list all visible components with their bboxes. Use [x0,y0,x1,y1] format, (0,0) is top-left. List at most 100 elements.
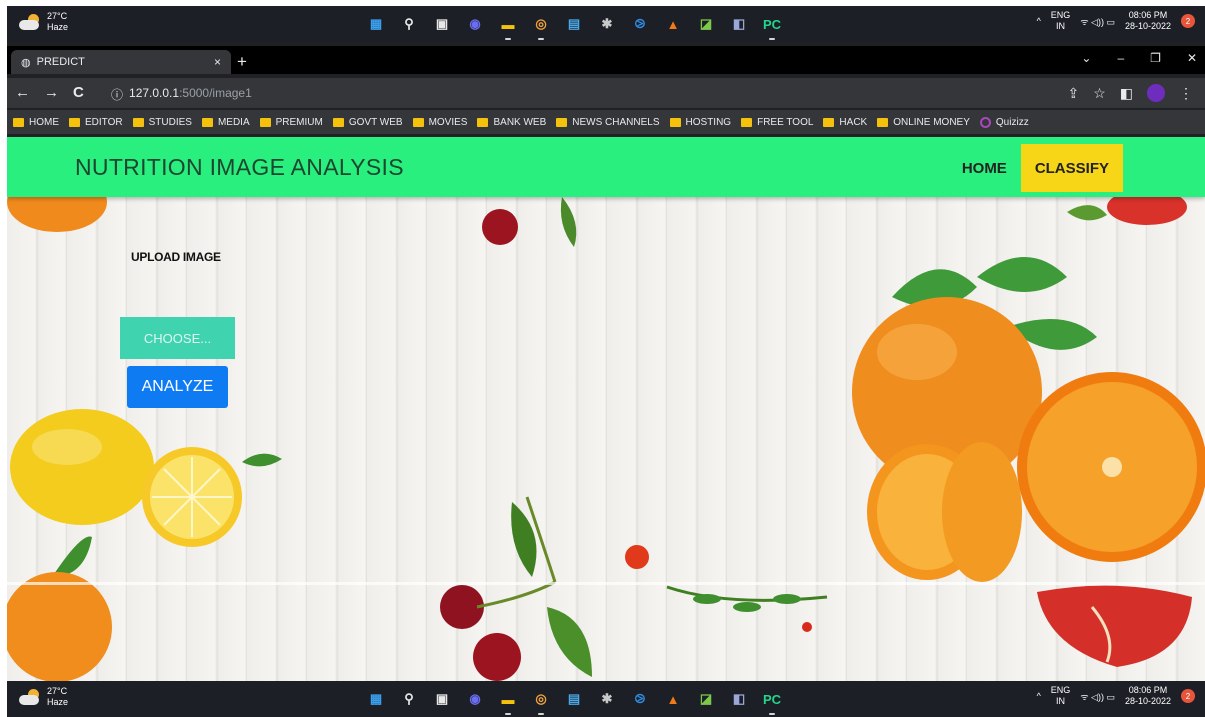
bookmark-star-icon[interactable]: ☆ [1093,85,1106,102]
tool-icon[interactable]: ◧ [727,12,751,36]
clock[interactable]: 08:06 PM 28-10-2022 [1125,10,1171,32]
tab-search-icon[interactable]: ⌄ [1081,51,1091,65]
folder-icon [132,117,144,127]
folder-icon [877,117,889,127]
url-path: :5000/image1 [179,86,252,100]
site-info-icon[interactable]: ⓘ [111,86,123,103]
bookmark-free-tool[interactable]: FREE TOOL [741,117,813,128]
choose-file-button[interactable]: CHOOSE... [120,317,235,359]
reload-button[interactable]: C [73,84,84,101]
windows-start-icon[interactable]: ▦ [364,12,388,36]
tool-icon[interactable]: ◧ [727,687,751,711]
cherry-top [482,209,518,245]
site-nav: HOME CLASSIFY [948,144,1123,192]
bookmark-media[interactable]: MEDIA [201,117,250,128]
taskbar-apps: ▦ ⚲ ▣ ◉ ▬ ◎ ▤ ✱ ⧁ ▲ ◪ ◧ PC [364,12,784,40]
network-sound-battery-icon[interactable]: ᯤ ◁)) ▭ [1080,15,1115,28]
file-explorer-icon[interactable]: ▬ [496,687,520,715]
task-view-icon[interactable]: ▣ [430,12,454,36]
folder-icon [332,117,344,127]
chrome-icon[interactable]: ◎ [529,12,553,40]
url-host: 127.0.0.1 [129,86,180,100]
language-indicator[interactable]: ENG IN [1051,685,1071,707]
bookmark-hack[interactable]: HACK [823,117,867,128]
store-icon[interactable]: ▤ [562,687,586,711]
clock[interactable]: 08:06 PM 28-10-2022 [1125,685,1171,707]
weather-desc: Haze [47,22,69,32]
editor-icon[interactable]: ◪ [694,687,718,711]
taskbar-bottom: 27°C Haze ▦ ⚲ ▣ ◉ ▬ ◎ ▤ ✱ ⧁ ▲ ◪ ◧ PC ^ ENG IN ᯤ ◁)) … [7,681,1205,717]
tab-strip: ◍ PREDICT × + ⌄ – ❐ ✕ [7,46,1205,74]
tab-close-icon[interactable]: × [214,55,221,69]
settings-icon[interactable]: ✱ [595,12,619,36]
background-seam [7,582,1205,585]
bookmark-movies[interactable]: MOVIES [412,117,467,128]
tray-overflow-icon[interactable]: ^ [1037,691,1041,701]
pycharm-icon[interactable]: PC [760,687,784,715]
pycharm-icon[interactable]: PC [760,12,784,40]
taskbar-apps: ▦ ⚲ ▣ ◉ ▬ ◎ ▤ ✱ ⧁ ▲ ◪ ◧ PC [364,687,784,715]
region-code: IN [1056,21,1066,31]
address-bar-actions: ⇪ ☆ ◧ ⋮ [1067,84,1193,102]
network-sound-battery-icon[interactable]: ᯤ ◁)) ▭ [1080,690,1115,703]
screen-frame: 27°C Haze ▦ ⚲ ▣ ◉ ▬ ◎ ▤ ✱ ⧁ ▲ ◪ ◧ PC ^ ENG IN ᯤ ◁)) … [7,6,1205,717]
close-window-button[interactable]: ✕ [1187,51,1197,65]
folder-icon [412,117,424,127]
weather-widget[interactable]: 27°C Haze [19,686,68,708]
more-menu-icon[interactable]: ⋮ [1179,85,1193,102]
notification-badge[interactable]: 2 [1181,14,1195,28]
vscode-icon[interactable]: ⧁ [628,12,652,36]
extension-icon[interactable] [1147,84,1165,102]
store-icon[interactable]: ▤ [562,12,586,36]
side-panel-icon[interactable]: ◧ [1120,85,1133,102]
orange-bottom-left [7,572,112,681]
clock-time: 08:06 PM [1128,685,1168,695]
minimize-button[interactable]: – [1117,51,1124,65]
task-view-icon[interactable]: ▣ [430,687,454,711]
bookmark-bank-web[interactable]: BANK WEB [477,117,546,128]
clock-date: 28-10-2022 [1124,696,1171,706]
notification-badge[interactable]: 2 [1181,689,1195,703]
search-icon[interactable]: ⚲ [397,12,421,36]
window-controls: ⌄ – ❐ ✕ [1081,51,1197,65]
editor-icon[interactable]: ◪ [694,12,718,36]
chrome-icon[interactable]: ◎ [529,687,553,715]
nav-home-link[interactable]: HOME [948,144,1021,192]
url-field[interactable]: ⓘ 127.0.0.1:5000/image1 [111,86,252,103]
bookmark-hosting[interactable]: HOSTING [669,117,731,128]
vlc-icon[interactable]: ▲ [661,12,685,36]
running-indicator [769,38,775,40]
tab-predict[interactable]: ◍ PREDICT × [11,50,231,74]
bookmark-studies[interactable]: STUDIES [132,117,192,128]
restore-button[interactable]: ❐ [1150,51,1161,65]
analyze-button[interactable]: ANALYZE [127,366,228,408]
leaf-top-right [1067,205,1107,221]
running-indicator [505,713,511,715]
share-icon[interactable]: ⇪ [1067,85,1079,102]
file-explorer-icon[interactable]: ▬ [496,12,520,40]
weather-widget[interactable]: 27°C Haze [19,11,68,33]
vlc-icon[interactable]: ▲ [661,687,685,711]
weather-temp: 27°C [47,686,68,696]
chat-icon[interactable]: ◉ [463,12,487,36]
search-icon[interactable]: ⚲ [397,687,421,711]
chat-icon[interactable]: ◉ [463,687,487,711]
site-title: NUTRITION IMAGE ANALYSIS [75,154,404,180]
bookmark-online-money[interactable]: ONLINE MONEY [877,117,970,128]
bookmark-govt-web[interactable]: GOVT WEB [332,117,403,128]
tray-overflow-icon[interactable]: ^ [1037,16,1041,26]
settings-icon[interactable]: ✱ [595,687,619,711]
new-tab-button[interactable]: + [237,52,247,72]
bookmark-quizizz[interactable]: Quizizz [979,116,1029,128]
bookmark-premium[interactable]: PREMIUM [259,117,323,128]
back-button[interactable]: ← [15,84,30,101]
forward-button[interactable]: → [44,84,59,101]
language-indicator[interactable]: ENG IN [1051,10,1071,32]
bookmark-home[interactable]: HOME [13,117,59,128]
clock-date: 28-10-2022 [1124,21,1171,31]
nav-classify-link[interactable]: CLASSIFY [1020,144,1123,192]
vscode-icon[interactable]: ⧁ [628,687,652,711]
bookmark-news-channels[interactable]: NEWS CHANNELS [556,117,660,128]
bookmark-editor[interactable]: EDITOR [69,117,123,128]
windows-start-icon[interactable]: ▦ [364,687,388,711]
